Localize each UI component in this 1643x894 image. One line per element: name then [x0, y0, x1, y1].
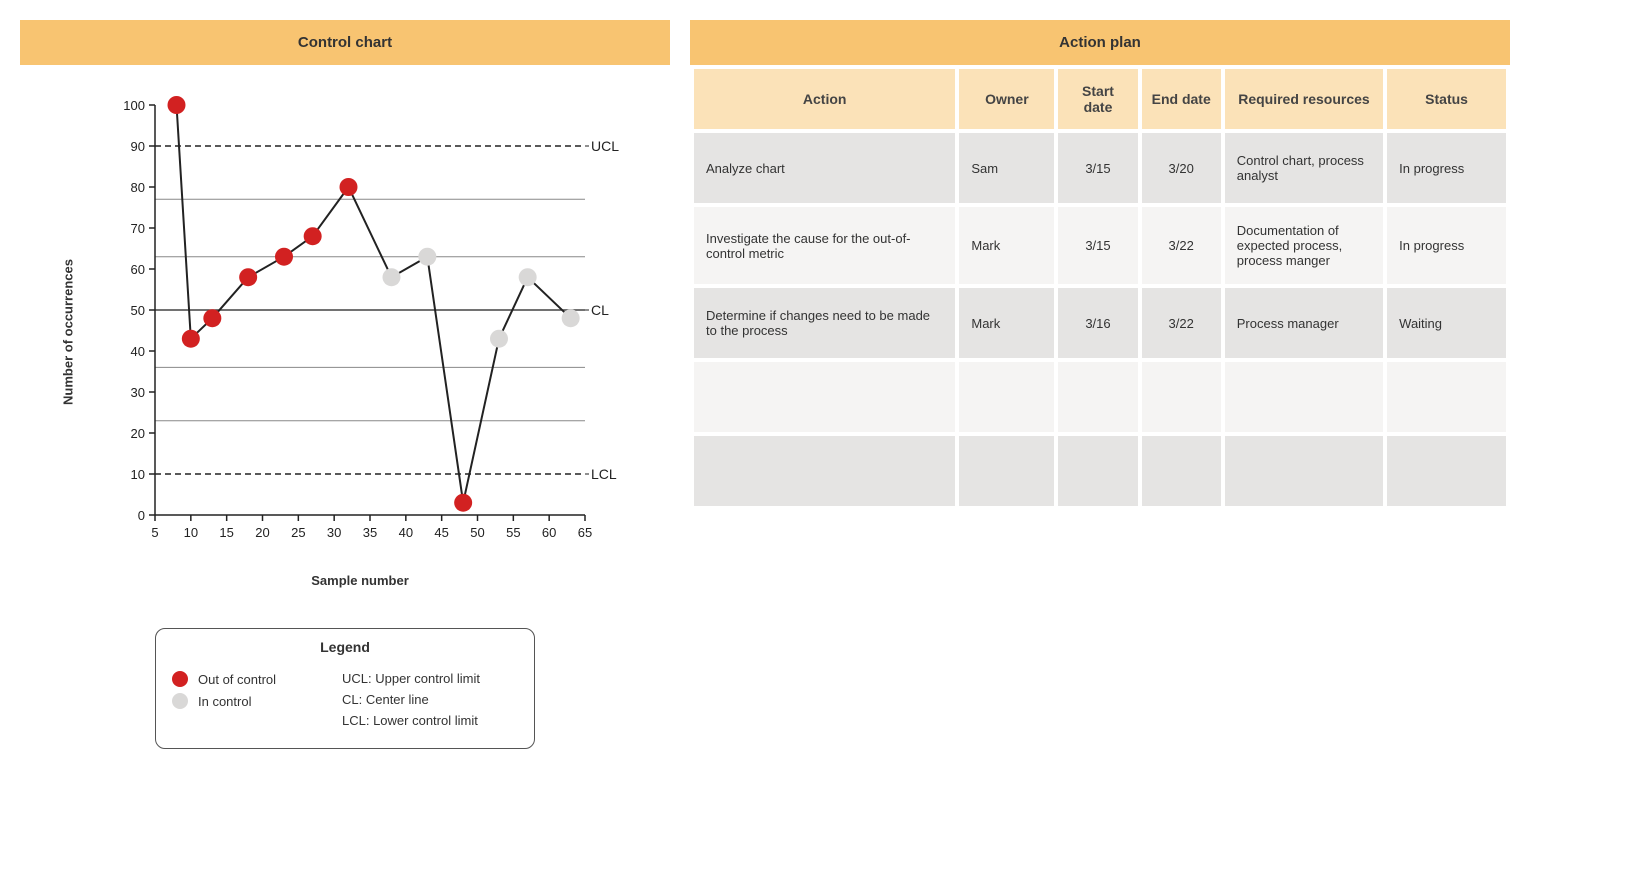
table-row	[694, 436, 1506, 506]
cell-start	[1058, 362, 1137, 432]
cell-owner: Mark	[959, 288, 1054, 358]
legend-out-label: Out of control	[198, 672, 276, 687]
cell-action: Analyze chart	[694, 133, 955, 203]
out-of-control-swatch	[172, 671, 188, 687]
svg-text:55: 55	[506, 525, 520, 540]
cell-resources: Documentation of expected process, proce…	[1225, 207, 1383, 284]
col-end: End date	[1142, 69, 1221, 129]
x-axis-label: Sample number	[100, 573, 620, 588]
svg-text:5: 5	[151, 525, 158, 540]
svg-text:50: 50	[470, 525, 484, 540]
svg-text:LCL: LCL	[591, 466, 617, 482]
legend-ucl-label: UCL: Upper control limit	[342, 671, 480, 686]
in-control-swatch	[172, 693, 188, 709]
cell-status: In progress	[1387, 133, 1506, 203]
cell-owner: Mark	[959, 207, 1054, 284]
action-plan-table: Action Owner Start date End date Require…	[690, 65, 1510, 510]
legend-lcl-label: LCL: Lower control limit	[342, 713, 478, 728]
cell-status: In progress	[1387, 207, 1506, 284]
svg-text:25: 25	[291, 525, 305, 540]
control-chart-panel: Control chart Number of occurrences UCL C…	[20, 20, 670, 749]
cell-status	[1387, 362, 1506, 432]
cell-status: Waiting	[1387, 288, 1506, 358]
svg-text:UCL: UCL	[591, 138, 619, 154]
svg-text:90: 90	[131, 139, 145, 154]
svg-text:20: 20	[131, 426, 145, 441]
cell-end	[1142, 436, 1221, 506]
cell-resources: Process manager	[1225, 288, 1383, 358]
cell-owner	[959, 362, 1054, 432]
table-row: Analyze chartSam3/153/20Control chart, p…	[694, 133, 1506, 203]
svg-text:65: 65	[578, 525, 592, 540]
legend-cl-label: CL: Center line	[342, 692, 429, 707]
cell-status	[1387, 436, 1506, 506]
cell-start: 3/15	[1058, 207, 1137, 284]
svg-text:45: 45	[434, 525, 448, 540]
cell-resources	[1225, 362, 1383, 432]
svg-text:60: 60	[131, 262, 145, 277]
col-resources: Required resources	[1225, 69, 1383, 129]
svg-text:80: 80	[131, 180, 145, 195]
svg-text:30: 30	[131, 385, 145, 400]
table-row	[694, 362, 1506, 432]
svg-text:100: 100	[123, 98, 145, 113]
cell-start: 3/15	[1058, 133, 1137, 203]
svg-text:10: 10	[131, 467, 145, 482]
col-start: Start date	[1058, 69, 1137, 129]
cell-end	[1142, 362, 1221, 432]
cell-end: 3/20	[1142, 133, 1221, 203]
cell-end: 3/22	[1142, 288, 1221, 358]
cell-action: Investigate the cause for the out-of-con…	[694, 207, 955, 284]
table-title: Action plan	[690, 20, 1510, 65]
table-row: Determine if changes need to be made to …	[694, 288, 1506, 358]
chart-legend: Legend Out of control In control UCL: Up…	[155, 628, 535, 749]
svg-text:70: 70	[131, 221, 145, 236]
svg-text:30: 30	[327, 525, 341, 540]
svg-text:40: 40	[131, 344, 145, 359]
svg-text:20: 20	[255, 525, 269, 540]
cell-end: 3/22	[1142, 207, 1221, 284]
action-plan-panel: Action plan Action Owner Start date End …	[690, 20, 1510, 510]
table-row: Investigate the cause for the out-of-con…	[694, 207, 1506, 284]
legend-in-label: In control	[198, 694, 251, 709]
cell-owner	[959, 436, 1054, 506]
cell-start	[1058, 436, 1137, 506]
svg-text:0: 0	[138, 508, 145, 523]
cell-start: 3/16	[1058, 288, 1137, 358]
svg-text:40: 40	[399, 525, 413, 540]
svg-text:35: 35	[363, 525, 377, 540]
legend-title: Legend	[172, 639, 518, 655]
cell-action: Determine if changes need to be made to …	[694, 288, 955, 358]
svg-text:15: 15	[219, 525, 233, 540]
cell-resources	[1225, 436, 1383, 506]
col-owner: Owner	[959, 69, 1054, 129]
svg-text:50: 50	[131, 303, 145, 318]
svg-text:10: 10	[184, 525, 198, 540]
cell-action	[694, 362, 955, 432]
svg-text:60: 60	[542, 525, 556, 540]
y-axis-label: Number of occurrences	[60, 259, 75, 405]
cell-action	[694, 436, 955, 506]
col-status: Status	[1387, 69, 1506, 129]
chart-title: Control chart	[20, 20, 670, 65]
cell-owner: Sam	[959, 133, 1054, 203]
cell-resources: Control chart, process analyst	[1225, 133, 1383, 203]
control-chart: UCL CL LCL 0 10 20 30 40 50 60 70 80 90 100 5 10 15 20 25 3…	[100, 95, 640, 565]
svg-text:CL: CL	[591, 302, 609, 318]
col-action: Action	[694, 69, 955, 129]
